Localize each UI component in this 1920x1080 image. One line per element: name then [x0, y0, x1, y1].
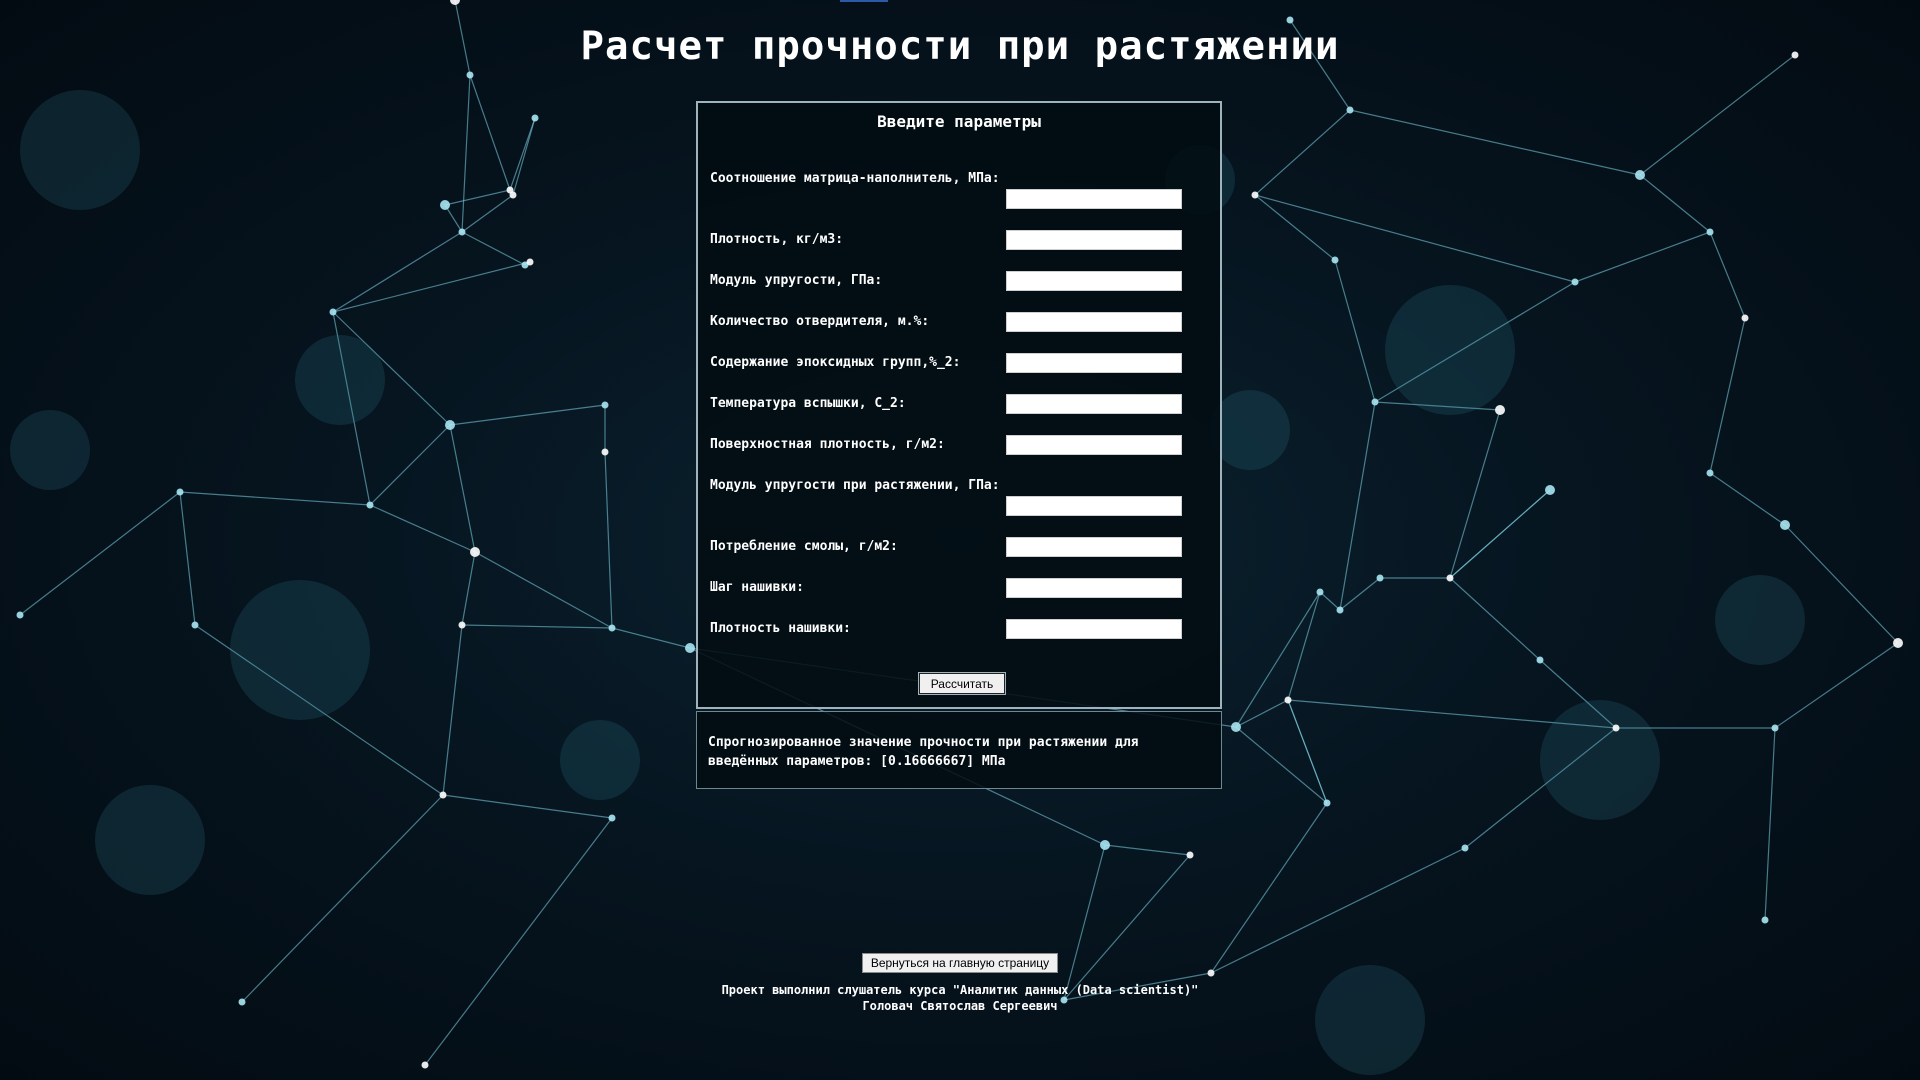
matrix-ratio-input[interactable]	[1006, 189, 1182, 209]
field-label: Модуль упругости, ГПа:	[710, 273, 883, 288]
hardener-amount-input[interactable]	[1006, 312, 1182, 332]
page-title: Расчет прочности при растяжении	[580, 24, 1340, 69]
back-to-home-button[interactable]: Вернуться на главную страницу	[862, 953, 1058, 973]
result-text: Спрогнозированное значение прочности при…	[708, 735, 1139, 769]
field-label: Плотность нашивки:	[710, 621, 851, 636]
parameters-form: Введите параметры Соотношение матрица-на…	[696, 101, 1222, 709]
footer: Проект выполнил слушатель курса "Аналити…	[0, 982, 1920, 1014]
elastic-modulus-input[interactable]	[1006, 271, 1182, 291]
field-label: Содержание эпоксидных групп,%_2:	[710, 355, 961, 370]
patch-step-input[interactable]	[1006, 578, 1182, 598]
flash-point-input[interactable]	[1006, 394, 1182, 414]
field-label: Модуль упругости при растяжении, ГПа:	[710, 478, 1000, 493]
field-label: Количество отвердителя, м.%:	[710, 314, 930, 329]
footer-author-line-2: Головач Святослав Сергеевич	[862, 999, 1058, 1013]
form-title: Введите параметры	[877, 112, 1041, 131]
resin-consumption-input[interactable]	[1006, 537, 1182, 557]
epoxy-groups-input[interactable]	[1006, 353, 1182, 373]
field-label: Температура вспышки, С_2:	[710, 396, 906, 411]
field-label: Плотность, кг/м3:	[710, 232, 844, 247]
patch-density-input[interactable]	[1006, 619, 1182, 639]
footer-author-line-1: Проект выполнил слушатель курса "Аналити…	[721, 983, 1199, 997]
surface-density-input[interactable]	[1006, 435, 1182, 455]
field-label: Соотношение матрица-наполнитель, МПа:	[710, 171, 1000, 186]
field-label: Поверхностная плотность, г/м2:	[710, 437, 945, 452]
field-label: Шаг нашивки:	[710, 580, 804, 595]
result-panel: Спрогнозированное значение прочности при…	[696, 711, 1222, 789]
top-accent-bar	[840, 0, 888, 2]
field-label: Потребление смолы, г/м2:	[710, 539, 898, 554]
calculate-button[interactable]: Рассчитать	[918, 672, 1006, 695]
density-input[interactable]	[1006, 230, 1182, 250]
tensile-modulus-input[interactable]	[1006, 496, 1182, 516]
